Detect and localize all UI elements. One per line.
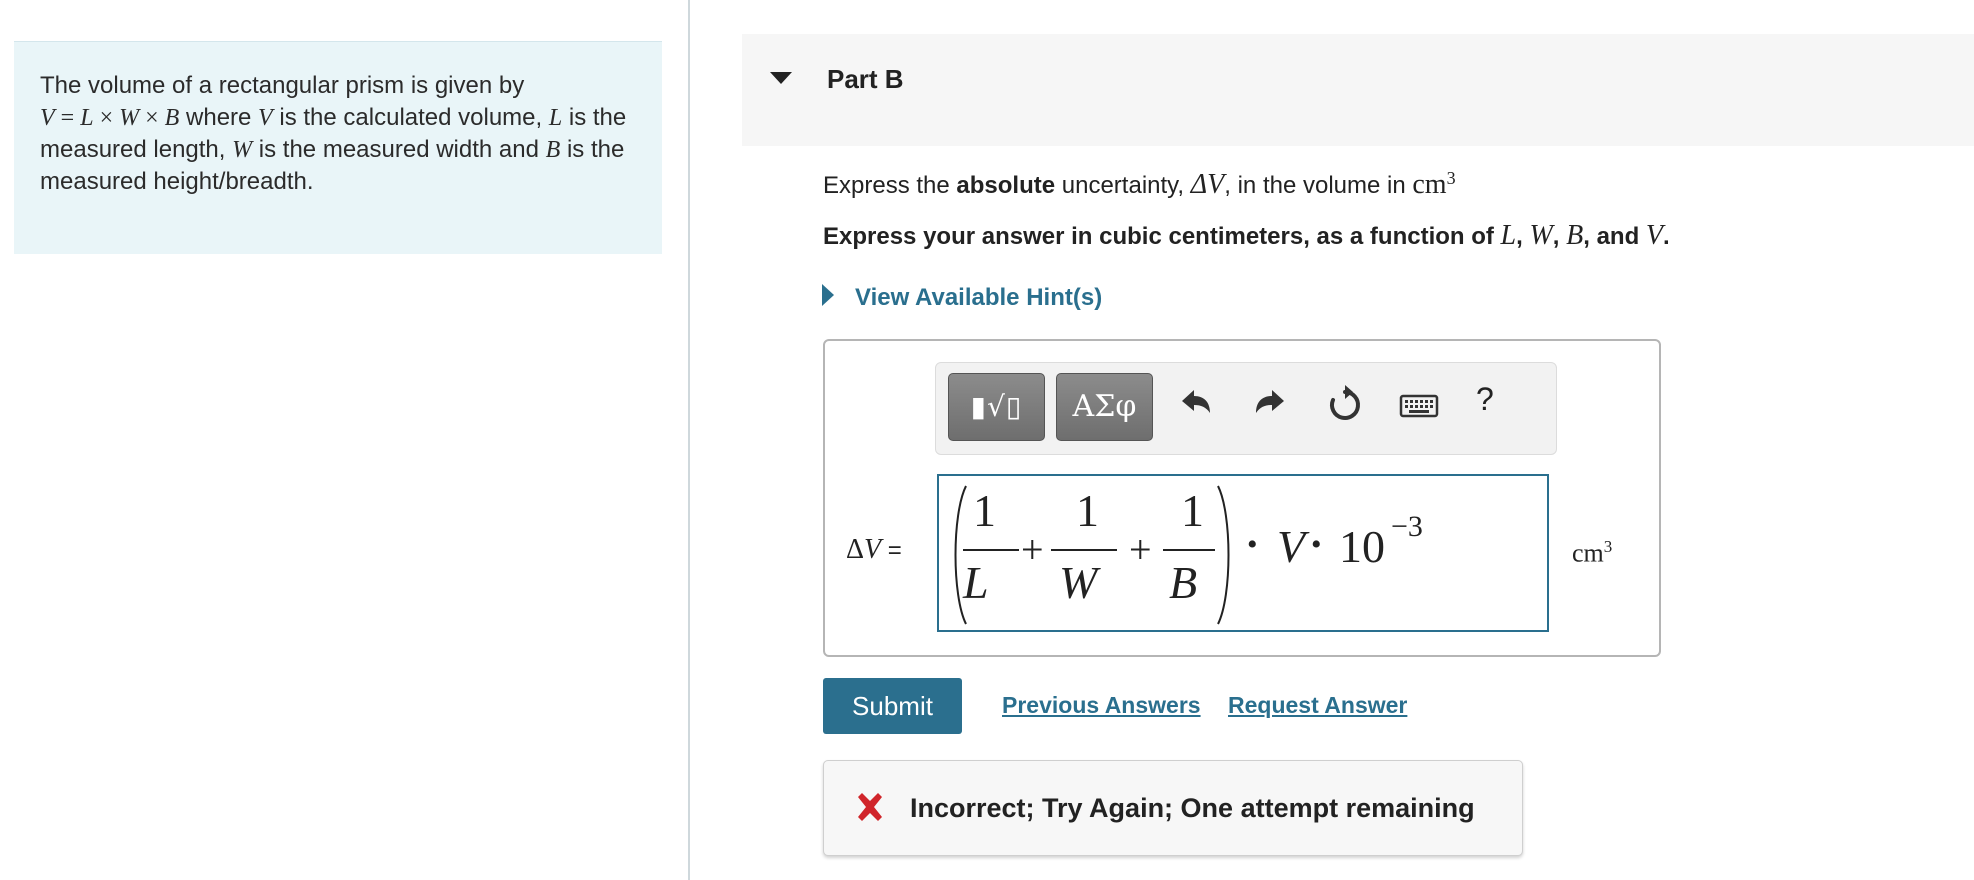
formula-l: L	[80, 105, 94, 131]
templates-button[interactable]: ▮√▯	[948, 373, 1045, 441]
unit-label: cm3	[1572, 537, 1612, 569]
instr1-unit-exp: 3	[1446, 168, 1456, 188]
formula-times-1: ×	[93, 105, 120, 131]
formula-v: V	[40, 105, 55, 131]
symbols-button[interactable]: ΑΣφ	[1056, 373, 1153, 441]
right-paren	[1217, 485, 1230, 625]
frac3-denominator: B	[1169, 557, 1198, 608]
instr2-var-v: V	[1645, 220, 1664, 251]
reset-icon[interactable]	[1325, 383, 1365, 427]
answer-var-v: V	[1277, 521, 1306, 572]
formula-times-2: ×	[139, 105, 165, 131]
frac3-bar	[1163, 549, 1215, 551]
instr2-var-b: B	[1566, 220, 1584, 251]
part-header[interactable]	[742, 34, 1974, 146]
var-w: W	[232, 137, 253, 163]
frac2-bar	[1051, 549, 1117, 551]
templates-button-label: ▮√▯	[970, 390, 1023, 423]
instr2-and: , and	[1583, 223, 1646, 250]
formula-b: B	[164, 105, 180, 131]
instr1-delta-v: ΔV	[1190, 169, 1225, 200]
frac2-denominator: W	[1059, 557, 1098, 608]
instr2-text-a: Express your answer in cubic centimeters…	[823, 223, 1501, 250]
plus-1: +	[1021, 527, 1044, 572]
collapse-arrow-icon[interactable]	[770, 72, 792, 84]
instr2-var-w: W	[1529, 220, 1553, 251]
keyboard-icon[interactable]	[1399, 383, 1439, 427]
answer-delta-var: V	[864, 534, 882, 565]
plus-2: +	[1129, 527, 1152, 572]
instr2-var-l: L	[1500, 220, 1517, 251]
problem-intro: The volume of a rectangular prism is giv…	[40, 72, 525, 99]
problem-where: where	[179, 104, 259, 131]
formula-equals: =	[54, 105, 81, 131]
feedback-box: Incorrect; Try Again; One attempt remain…	[823, 760, 1523, 856]
answer-label: ΔV =	[846, 533, 902, 566]
answer-input[interactable]: 1 L + 1 W + 1 B • V • 10 −3	[937, 474, 1549, 632]
frac2-numerator: 1	[1076, 485, 1099, 536]
frac1-bar	[963, 549, 1019, 551]
frac1-denominator: L	[963, 557, 989, 608]
unit-text: cm	[1572, 538, 1604, 568]
answer-delta-symbol: Δ	[846, 534, 865, 565]
part-title: Part B	[827, 64, 904, 94]
feedback-message: Incorrect; Try Again; One attempt remain…	[910, 793, 1475, 823]
frac3-numerator: 1	[1181, 485, 1204, 536]
previous-answers-link[interactable]: Previous Answers	[1002, 692, 1201, 719]
instruction-line-2: Express your answer in cubic centimeters…	[823, 220, 1670, 252]
instr1-text-b: uncertainty,	[1055, 172, 1191, 199]
problem-width-text: is the measured width and	[252, 136, 546, 163]
instr2-end: .	[1663, 223, 1670, 250]
frac1-numerator: 1	[973, 485, 996, 536]
unit-exponent: 3	[1603, 537, 1613, 556]
undo-icon[interactable]	[1176, 383, 1216, 427]
problem-statement: The volume of a rectangular prism is giv…	[14, 41, 662, 254]
hint-arrow-icon[interactable]	[822, 284, 834, 306]
instr1-bold: absolute	[956, 172, 1056, 199]
problem-calc-text: is the calculated volume,	[272, 104, 549, 131]
dot-1: •	[1247, 528, 1258, 561]
panel-divider	[688, 0, 690, 880]
instr1-text-a: Express the	[823, 172, 957, 199]
exponent: −3	[1391, 510, 1423, 543]
dot-2: •	[1311, 528, 1322, 561]
instr2-sep-2: ,	[1552, 223, 1567, 250]
var-b: B	[545, 137, 561, 163]
formula-w: W	[119, 105, 140, 131]
var-v: V	[258, 105, 273, 131]
redo-icon[interactable]	[1250, 383, 1290, 427]
error-x-icon	[858, 793, 882, 821]
instr1-text-c: , in the volume in	[1224, 172, 1413, 199]
submit-button[interactable]: Submit	[823, 678, 962, 734]
help-icon[interactable]: ?	[1476, 381, 1494, 418]
answer-equals: =	[881, 537, 902, 564]
var-l: L	[548, 105, 563, 131]
instr2-sep-1: ,	[1516, 223, 1530, 250]
request-answer-link[interactable]: Request Answer	[1228, 692, 1407, 719]
view-hints-link[interactable]: View Available Hint(s)	[855, 284, 1102, 312]
instruction-line-1: Express the absolute uncertainty, ΔV, in…	[823, 168, 1456, 201]
instr1-unit: cm	[1412, 169, 1447, 200]
base-ten: 10	[1339, 521, 1385, 572]
math-toolbar: ▮√▯ ΑΣφ ?	[935, 362, 1557, 455]
